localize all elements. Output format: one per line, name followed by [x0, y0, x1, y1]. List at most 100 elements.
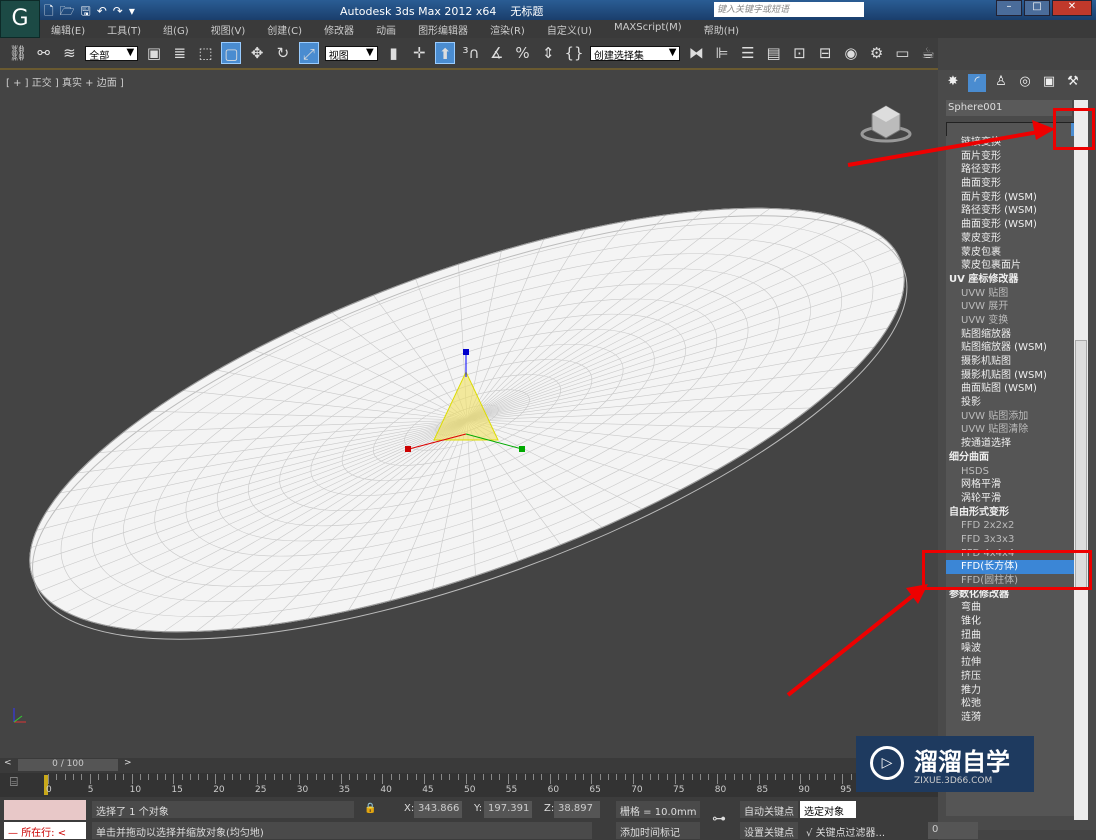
- select-object-icon[interactable]: ▣: [144, 42, 164, 64]
- app-menu-logo[interactable]: G: [0, 0, 40, 38]
- menu-item[interactable]: 自定义(U): [536, 20, 603, 38]
- menu-item[interactable]: 创建(C): [256, 20, 313, 38]
- key-icon[interactable]: ⊶: [708, 809, 730, 826]
- hierarchy-tab-icon[interactable]: ♙: [992, 74, 1010, 92]
- manipulate-icon[interactable]: ✛: [409, 42, 429, 64]
- frame-tick: [332, 774, 333, 780]
- selection-filter-dropdown[interactable]: 全部▼: [85, 46, 138, 61]
- frame-tick-label: 80: [715, 785, 726, 795]
- help-search-input[interactable]: 键入关键字或短语: [714, 2, 864, 17]
- minimize-button[interactable]: –: [996, 0, 1022, 16]
- layer-icon[interactable]: ☰: [738, 42, 758, 64]
- curve-editor-icon[interactable]: ⊡: [789, 42, 809, 64]
- frame-tick-label: 30: [297, 785, 308, 795]
- y-coord-field[interactable]: 197.391: [484, 801, 532, 818]
- frame-tick: [341, 774, 342, 784]
- bind-spacewarp-icon[interactable]: ≋: [60, 42, 80, 64]
- motion-tab-icon[interactable]: ◎: [1016, 74, 1034, 92]
- snap-toggle-icon[interactable]: ³∩: [461, 42, 481, 64]
- frame-tick: [424, 774, 425, 784]
- x-coord-field[interactable]: 343.866: [414, 801, 462, 818]
- frame-tick: [734, 774, 735, 780]
- frame-tick: [800, 774, 801, 784]
- z-coord-field[interactable]: 38.897: [554, 801, 600, 818]
- menu-item[interactable]: MAXScript(M): [603, 20, 693, 38]
- grid-size: 栅格 = 10.0mm: [616, 801, 700, 818]
- window-crossing-icon[interactable]: ▢: [221, 42, 241, 64]
- close-button[interactable]: ✕: [1052, 0, 1092, 16]
- align-icon[interactable]: ⊫: [712, 42, 732, 64]
- render-setup-icon[interactable]: ⚙: [867, 42, 887, 64]
- frame-tick-label: 65: [589, 785, 600, 795]
- reference-coord-dropdown[interactable]: 视图▼: [325, 46, 378, 61]
- maxscript-listener[interactable]: [4, 800, 86, 820]
- edit-named-sel-icon[interactable]: {}: [564, 42, 584, 64]
- maximize-button[interactable]: □: [1024, 0, 1050, 16]
- frame-tick: [290, 774, 291, 780]
- keyboard-shortcut-icon[interactable]: ⬆: [435, 42, 455, 64]
- maxscript-mini[interactable]: — 所在行: <: [4, 822, 86, 839]
- unlink-icon[interactable]: ⚯: [34, 42, 54, 64]
- menu-item[interactable]: 修改器: [313, 20, 365, 38]
- frame-tick: [692, 774, 693, 780]
- modifier-item[interactable]: 涟漪: [946, 711, 1074, 725]
- material-editor-icon[interactable]: ◉: [841, 42, 861, 64]
- link-icon[interactable]: ⛓: [8, 42, 28, 64]
- menu-item[interactable]: 编辑(E): [40, 20, 96, 38]
- modify-tab-icon[interactable]: ◜: [968, 74, 986, 92]
- selected-object-dropdown[interactable]: 选定对象: [800, 801, 856, 818]
- prev-frame-button[interactable]: <: [4, 758, 12, 768]
- render-frame-icon[interactable]: ▭: [892, 42, 912, 64]
- frame-tick: [650, 774, 651, 780]
- next-frame-button[interactable]: >: [124, 758, 132, 768]
- rotate-icon[interactable]: ↻: [273, 42, 293, 64]
- pivot-center-icon[interactable]: ▮: [384, 42, 404, 64]
- frame-tick: [357, 774, 358, 780]
- auto-key-button[interactable]: 自动关键点: [740, 801, 798, 818]
- track-bar[interactable]: ⌸05101520253035404550556065707580859095: [0, 773, 938, 797]
- move-icon[interactable]: ✥: [247, 42, 267, 64]
- menu-item[interactable]: 组(G): [152, 20, 200, 38]
- modifier-list-scrollbar[interactable]: [1074, 100, 1088, 820]
- utilities-tab-icon[interactable]: ⚒: [1064, 74, 1082, 92]
- frame-tick-label: 20: [213, 785, 224, 795]
- current-frame-field[interactable]: 0: [928, 822, 978, 839]
- menu-item[interactable]: 渲染(R): [479, 20, 536, 38]
- scale-icon[interactable]: ⤢: [299, 42, 319, 64]
- menu-item[interactable]: 帮助(H): [693, 20, 750, 38]
- graphite-icon[interactable]: ▤: [764, 42, 784, 64]
- add-time-tag[interactable]: 添加时间标记: [616, 822, 700, 839]
- create-tab-icon[interactable]: ✸: [944, 74, 962, 92]
- angle-snap-icon[interactable]: ∡: [487, 42, 507, 64]
- select-by-name-icon[interactable]: ≣: [170, 42, 190, 64]
- mirror-icon[interactable]: ⧓: [686, 42, 706, 64]
- frame-tick: [600, 774, 601, 780]
- frame-tick: [382, 774, 383, 784]
- render-icon[interactable]: ☕: [918, 42, 938, 64]
- spinner-snap-icon[interactable]: ⇕: [538, 42, 558, 64]
- set-key-button[interactable]: 设置关键点: [740, 822, 798, 839]
- percent-snap-icon[interactable]: %: [513, 42, 533, 64]
- frame-tick: [759, 774, 760, 784]
- named-selection-dropdown[interactable]: 创建选择集▼: [590, 46, 681, 61]
- frame-tick: [508, 774, 509, 784]
- frame-tick: [458, 774, 459, 780]
- time-slider[interactable]: 0 / 100: [18, 759, 118, 771]
- lock-icon[interactable]: 🔒: [360, 801, 380, 818]
- track-bar-icon[interactable]: ⌸: [10, 775, 18, 790]
- menu-item[interactable]: 工具(T): [96, 20, 152, 38]
- frame-tick: [224, 774, 225, 780]
- menu-item[interactable]: 图形编辑器: [407, 20, 479, 38]
- frame-tick: [132, 774, 133, 784]
- rect-region-icon[interactable]: ⬚: [196, 42, 216, 64]
- frame-tick: [708, 774, 709, 780]
- frame-tick: [157, 774, 158, 780]
- menu-item[interactable]: 动画: [365, 20, 407, 38]
- key-filters-button[interactable]: √ 关键点过滤器...: [802, 822, 889, 839]
- frame-tick: [550, 774, 551, 784]
- schematic-icon[interactable]: ⊟: [815, 42, 835, 64]
- display-tab-icon[interactable]: ▣: [1040, 74, 1058, 92]
- frame-tick: [48, 774, 49, 784]
- frame-tick: [265, 774, 266, 780]
- menu-item[interactable]: 视图(V): [200, 20, 257, 38]
